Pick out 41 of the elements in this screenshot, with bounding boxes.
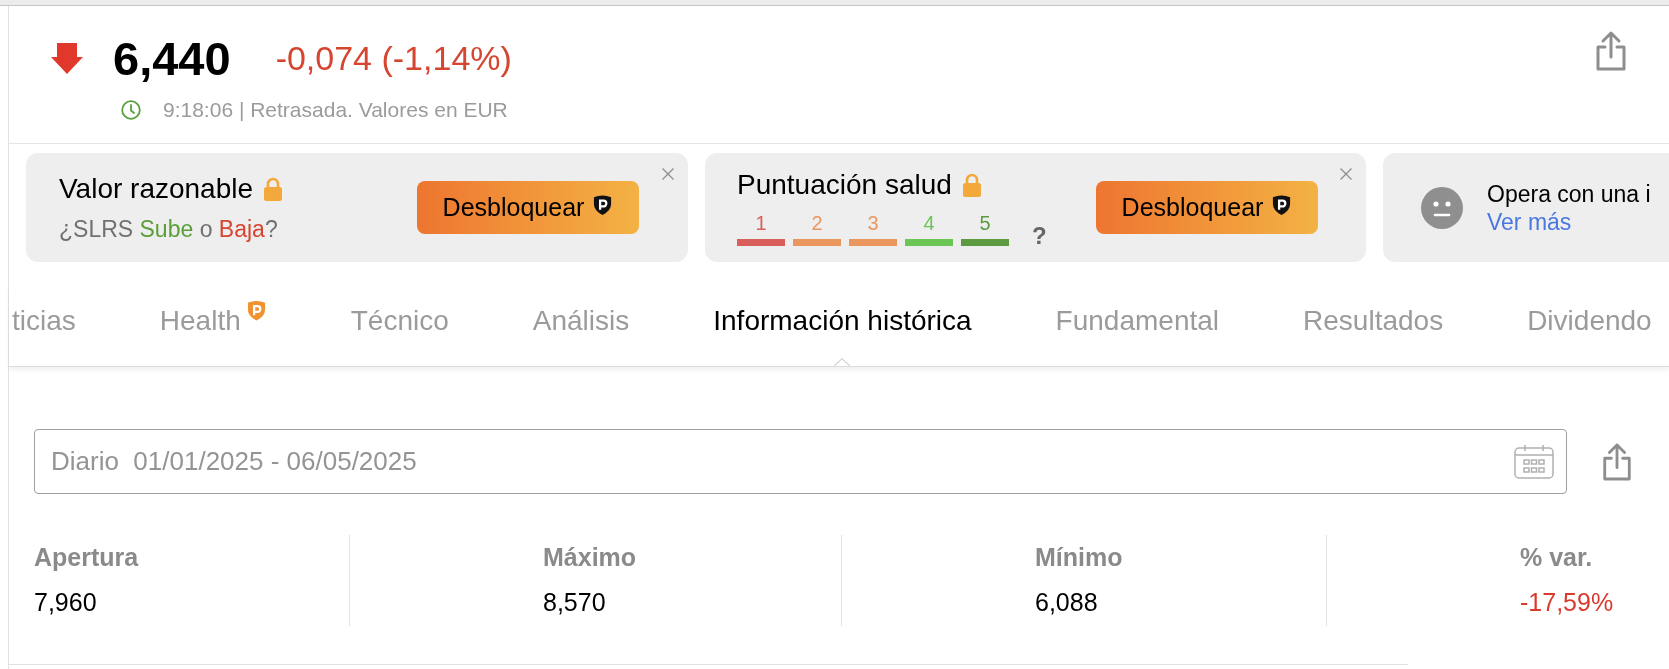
score-label: 2	[811, 213, 823, 233]
unlock-button[interactable]: Desbloquear	[1096, 181, 1318, 234]
stat-label: Apertura	[34, 543, 139, 572]
card-title: Valor razonable	[59, 172, 254, 205]
tab[interactable]: Fundamental	[1055, 287, 1220, 366]
stat-value: 7,960	[34, 588, 97, 617]
date-range-field[interactable]: Diario 01/01/2025 - 06/05/2025	[34, 429, 1567, 494]
tab[interactable]: ticias	[12, 287, 76, 366]
share-icon[interactable]	[1600, 441, 1634, 482]
neutral-face-icon	[1421, 186, 1463, 229]
price: 6,440	[113, 34, 231, 82]
tab[interactable]: Resultados	[1303, 287, 1444, 366]
clock-icon	[121, 100, 141, 120]
stat-value: 8,570	[543, 588, 606, 617]
score-value: ?	[1032, 222, 1047, 250]
tab[interactable]: Análisis	[532, 287, 630, 366]
card-title: Puntuación salud	[737, 169, 952, 201]
stat-label: % var.	[1520, 543, 1593, 572]
close-icon[interactable]	[662, 168, 674, 180]
stat-label: Máximo	[543, 543, 637, 572]
tab[interactable]: Técnico	[350, 287, 449, 366]
stat-label: Mínimo	[1035, 543, 1123, 572]
score-label: 3	[867, 213, 879, 233]
score-label: 1	[755, 213, 767, 233]
card-text: Opera con una i	[1487, 179, 1651, 208]
see-more-link[interactable]: Ver más	[1487, 207, 1572, 236]
premium-shield-icon	[1271, 193, 1293, 216]
stat-value: -17,59%	[1520, 588, 1614, 617]
premium-shield-icon	[592, 193, 614, 216]
price-change: -0,074 (-1,14%)	[275, 41, 512, 75]
score-label: 4	[923, 213, 935, 233]
tab[interactable]: Health	[159, 287, 267, 366]
close-icon[interactable]	[1340, 168, 1352, 180]
score-label: 5	[979, 213, 991, 233]
tab[interactable]: Información histórica	[713, 287, 972, 366]
tab[interactable]: Dividendo	[1527, 287, 1652, 366]
unlock-button[interactable]: Desbloquear	[417, 181, 639, 234]
calendar-icon[interactable]	[1514, 444, 1554, 479]
stat-value: 6,088	[1035, 588, 1098, 617]
quote-status: 9:18:06 | Retrasada. Valores en EUR	[163, 98, 508, 122]
card-question: ¿SLRS Sube o Baja?	[59, 215, 278, 243]
